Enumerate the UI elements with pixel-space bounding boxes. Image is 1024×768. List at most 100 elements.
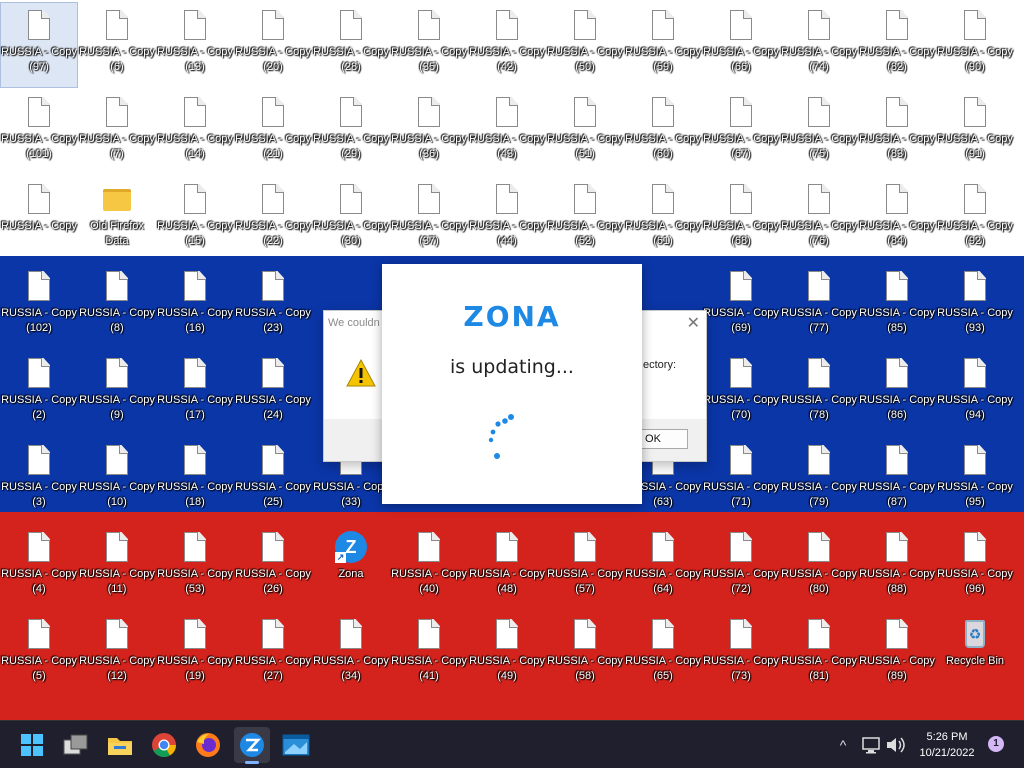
desktop-icon[interactable]: RUSSIA - Copy (69) — [703, 264, 779, 348]
desktop-icon[interactable]: RUSSIA - Copy (72) — [703, 525, 779, 609]
desktop-icon[interactable]: RUSSIA - Copy (14) — [157, 90, 233, 174]
desktop-icon[interactable]: RUSSIA - Copy (88) — [859, 525, 935, 609]
desktop-icon[interactable]: RUSSIA - Copy (35) — [391, 3, 467, 87]
close-icon[interactable]: ✕ — [687, 313, 700, 333]
desktop-icon[interactable]: RUSSIA - Copy (66) — [703, 3, 779, 87]
chrome-button[interactable] — [146, 727, 182, 763]
desktop-icon[interactable]: RUSSIA - Copy (90) — [937, 3, 1013, 87]
desktop-icon[interactable]: RUSSIA - Copy (48) — [469, 525, 545, 609]
desktop-icon[interactable]: RUSSIA - Copy (12) — [79, 612, 155, 696]
desktop-icon[interactable]: RUSSIA - Copy (42) — [469, 3, 545, 87]
desktop-icon[interactable]: RUSSIA - Copy (11) — [79, 525, 155, 609]
desktop-icon[interactable]: RUSSIA - Copy (58) — [547, 612, 623, 696]
desktop-icon[interactable]: ♻ Recycle Bin — [937, 612, 1013, 696]
zona-taskbar-button[interactable] — [234, 727, 270, 764]
desktop-icon[interactable]: RUSSIA - Copy (85) — [859, 264, 935, 348]
desktop-icon[interactable]: RUSSIA - Copy — [1, 177, 77, 261]
desktop-icon[interactable]: RUSSIA - Copy (71) — [703, 438, 779, 522]
desktop-icon[interactable]: RUSSIA - Copy (74) — [781, 3, 857, 87]
desktop-icon[interactable]: RUSSIA - Copy (96) — [937, 525, 1013, 609]
desktop-icon[interactable]: RUSSIA - Copy (36) — [391, 90, 467, 174]
desktop-icon[interactable]: RUSSIA - Copy (29) — [313, 90, 389, 174]
desktop-icon[interactable]: RUSSIA - Copy (22) — [235, 177, 311, 261]
desktop-icon[interactable]: RUSSIA - Copy (28) — [313, 3, 389, 87]
desktop-icon[interactable]: RUSSIA - Copy (83) — [859, 90, 935, 174]
desktop-icon[interactable]: RUSSIA - Copy (101) — [1, 90, 77, 174]
desktop-icon[interactable]: RUSSIA - Copy (94) — [937, 351, 1013, 435]
desktop-icon[interactable]: RUSSIA - Copy (17) — [157, 351, 233, 435]
taskbar-clock[interactable]: 5:26 PM 10/21/2022 — [912, 729, 982, 761]
desktop-icon[interactable]: RUSSIA - Copy (51) — [547, 90, 623, 174]
desktop-icon[interactable]: Old Firefox Data — [79, 177, 155, 261]
network-icon[interactable] — [860, 733, 882, 757]
start-button[interactable] — [14, 727, 50, 763]
desktop-icon[interactable]: RUSSIA - Copy (3) — [1, 438, 77, 522]
desktop-icon[interactable]: RUSSIA - Copy (75) — [781, 90, 857, 174]
desktop-icon[interactable]: RUSSIA - Copy (65) — [625, 612, 701, 696]
desktop-icon[interactable]: RUSSIA - Copy (76) — [781, 177, 857, 261]
desktop-icon[interactable]: RUSSIA - Copy (30) — [313, 177, 389, 261]
desktop-icon[interactable]: RUSSIA - Copy (53) — [157, 525, 233, 609]
desktop-icon[interactable]: RUSSIA - Copy (57) — [547, 525, 623, 609]
desktop-icon[interactable]: RUSSIA - Copy (24) — [235, 351, 311, 435]
desktop-icon[interactable]: RUSSIA - Copy (70) — [703, 351, 779, 435]
desktop-icon[interactable]: RUSSIA - Copy (64) — [625, 525, 701, 609]
desktop-icon[interactable]: RUSSIA - Copy (37) — [391, 177, 467, 261]
desktop-icon[interactable]: RUSSIA - Copy (10) — [79, 438, 155, 522]
desktop-icon[interactable]: RUSSIA - Copy (50) — [547, 3, 623, 87]
desktop-icon[interactable]: RUSSIA - Copy (102) — [1, 264, 77, 348]
desktop-icon[interactable]: Z ↗ Zona — [313, 525, 389, 609]
desktop-icon[interactable]: RUSSIA - Copy (52) — [547, 177, 623, 261]
desktop-icon[interactable]: RUSSIA - Copy (92) — [937, 177, 1013, 261]
desktop-icon[interactable]: RUSSIA - Copy (40) — [391, 525, 467, 609]
desktop-icon[interactable]: RUSSIA - Copy (34) — [313, 612, 389, 696]
desktop-icon[interactable]: RUSSIA - Copy (81) — [781, 612, 857, 696]
desktop-icon[interactable]: RUSSIA - Copy (49) — [469, 612, 545, 696]
desktop-icon[interactable]: RUSSIA - Copy (4) — [1, 525, 77, 609]
desktop-icon[interactable]: RUSSIA - Copy (9) — [79, 351, 155, 435]
desktop-icon[interactable]: RUSSIA - Copy (87) — [859, 438, 935, 522]
desktop-icon[interactable]: RUSSIA - Copy (23) — [235, 264, 311, 348]
desktop-icon[interactable]: RUSSIA - Copy (2) — [1, 351, 77, 435]
desktop-icon[interactable]: RUSSIA - Copy (73) — [703, 612, 779, 696]
desktop-icon[interactable]: RUSSIA - Copy (7) — [79, 90, 155, 174]
desktop-icon[interactable]: RUSSIA - Copy (6) — [79, 3, 155, 87]
desktop-icon[interactable]: RUSSIA - Copy (84) — [859, 177, 935, 261]
desktop-icon[interactable]: RUSSIA - Copy (27) — [235, 612, 311, 696]
desktop-icon[interactable]: RUSSIA - Copy (93) — [937, 264, 1013, 348]
desktop-icon[interactable]: RUSSIA - Copy (77) — [781, 264, 857, 348]
show-hidden-icons-button[interactable]: ^ — [832, 733, 854, 757]
desktop-icon[interactable]: RUSSIA - Copy (16) — [157, 264, 233, 348]
task-view-button[interactable] — [58, 727, 94, 763]
desktop-icon[interactable]: RUSSIA - Copy (21) — [235, 90, 311, 174]
desktop-icon[interactable]: RUSSIA - Copy (19) — [157, 612, 233, 696]
desktop-icon[interactable]: RUSSIA - Copy (86) — [859, 351, 935, 435]
desktop-icon[interactable]: RUSSIA - Copy (18) — [157, 438, 233, 522]
desktop-icon[interactable]: RUSSIA - Copy (26) — [235, 525, 311, 609]
desktop-icon[interactable]: RUSSIA - Copy (25) — [235, 438, 311, 522]
desktop-icon[interactable]: RUSSIA - Copy (59) — [625, 3, 701, 87]
firefox-button[interactable] — [190, 727, 226, 763]
volume-icon[interactable] — [884, 733, 906, 757]
remote-window-button[interactable] — [278, 727, 314, 763]
desktop-icon[interactable]: RUSSIA - Copy (97) — [0, 2, 78, 88]
file-explorer-button[interactable] — [102, 727, 138, 763]
desktop-icon[interactable]: RUSSIA - Copy (44) — [469, 177, 545, 261]
desktop-icon[interactable]: RUSSIA - Copy (95) — [937, 438, 1013, 522]
desktop-icon[interactable]: RUSSIA - Copy (20) — [235, 3, 311, 87]
notification-badge[interactable]: 1 — [988, 736, 1004, 752]
desktop-icon[interactable]: RUSSIA - Copy (15) — [157, 177, 233, 261]
desktop-icon[interactable]: RUSSIA - Copy (13) — [157, 3, 233, 87]
desktop-icon[interactable]: RUSSIA - Copy (5) — [1, 612, 77, 696]
desktop-icon[interactable]: RUSSIA - Copy (41) — [391, 612, 467, 696]
desktop-icon[interactable]: RUSSIA - Copy (43) — [469, 90, 545, 174]
desktop-icon[interactable]: RUSSIA - Copy (68) — [703, 177, 779, 261]
desktop-icon[interactable]: RUSSIA - Copy (79) — [781, 438, 857, 522]
desktop-icon[interactable]: RUSSIA - Copy (67) — [703, 90, 779, 174]
desktop-icon[interactable]: RUSSIA - Copy (78) — [781, 351, 857, 435]
desktop-icon[interactable]: RUSSIA - Copy (80) — [781, 525, 857, 609]
desktop-icon[interactable]: RUSSIA - Copy (89) — [859, 612, 935, 696]
desktop-icon[interactable]: RUSSIA - Copy (60) — [625, 90, 701, 174]
desktop-icon[interactable]: RUSSIA - Copy (91) — [937, 90, 1013, 174]
desktop-icon[interactable]: RUSSIA - Copy (61) — [625, 177, 701, 261]
